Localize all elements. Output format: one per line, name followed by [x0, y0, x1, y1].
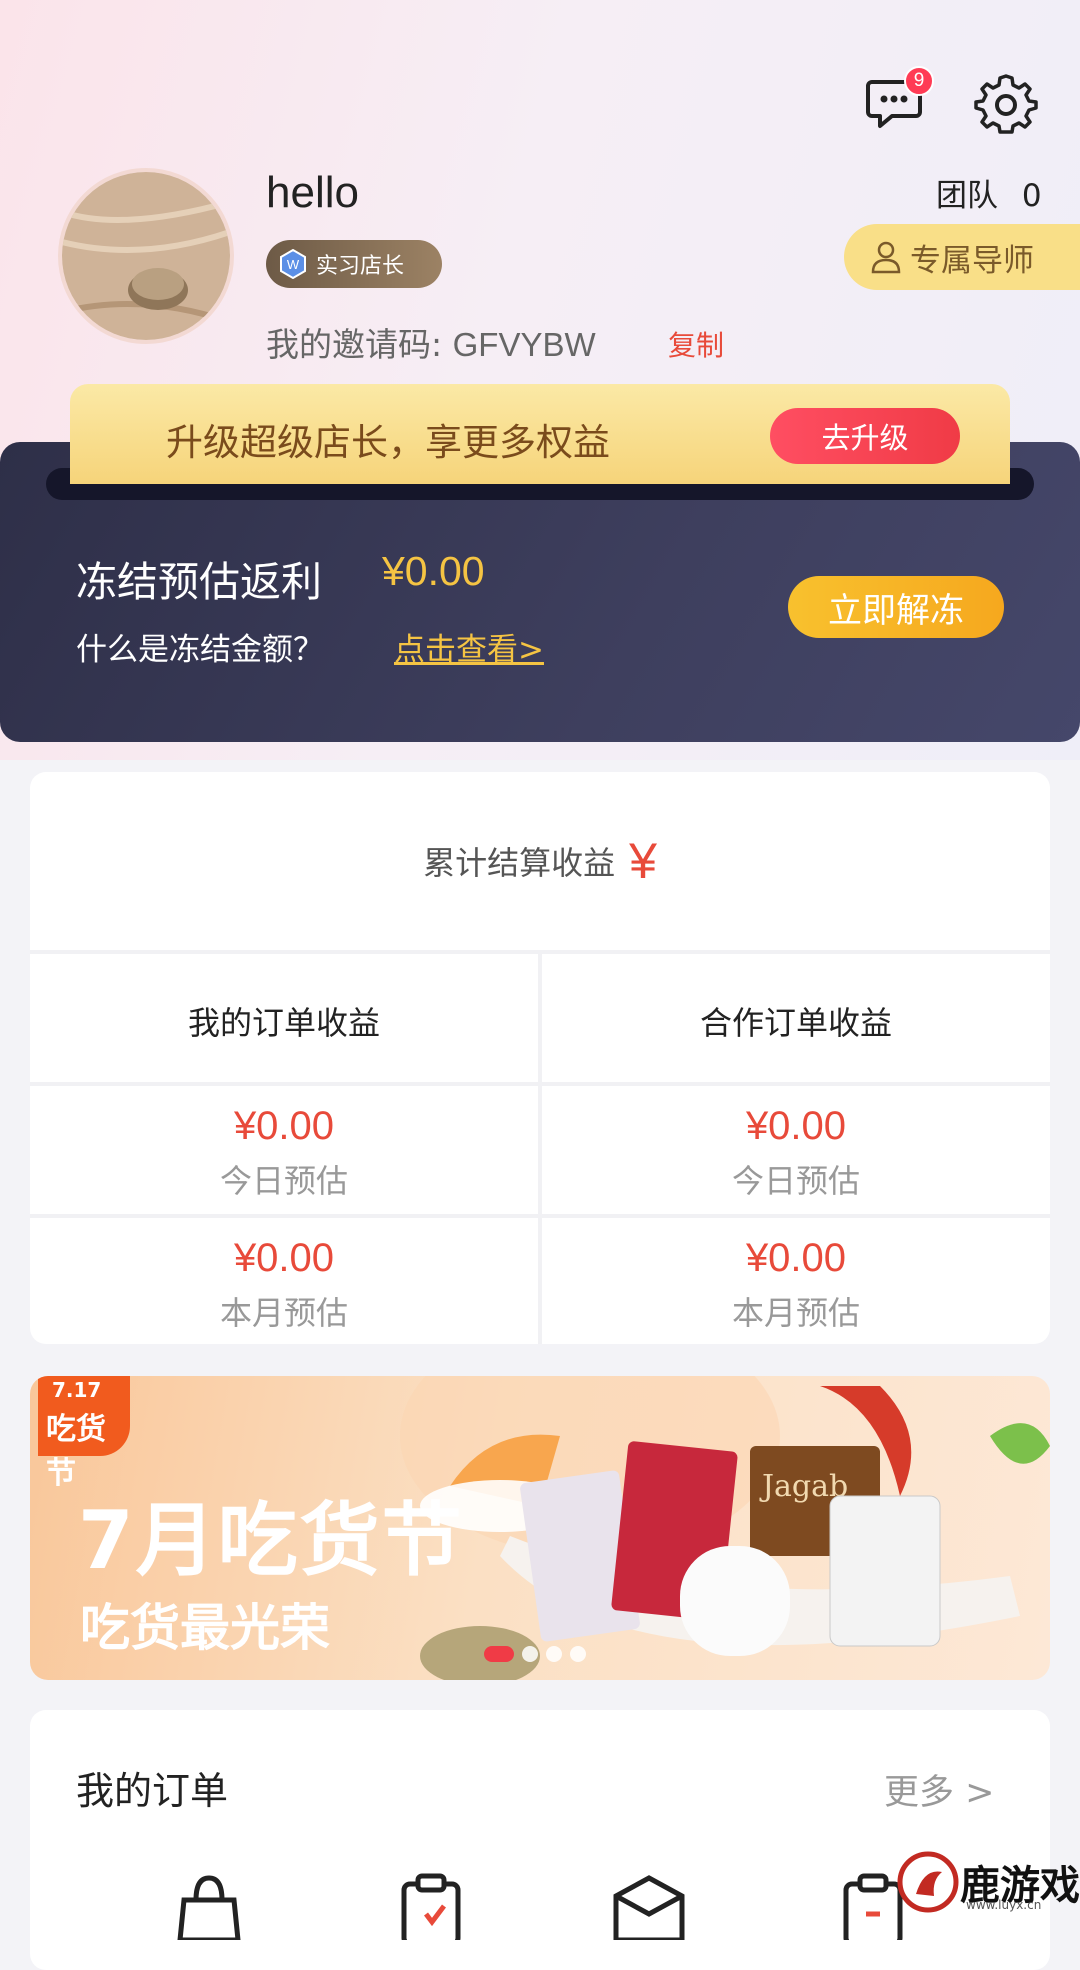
avatar-image	[62, 172, 230, 340]
orders-title: 我的订单	[76, 1769, 229, 1813]
my-today-label: 今日预估	[219, 1162, 348, 1200]
coop-month-amount: ¥0.00	[745, 1236, 847, 1280]
carousel-indicator[interactable]	[484, 1646, 586, 1662]
upgrade-button[interactable]: 去升级	[770, 408, 960, 464]
message-count-badge: 9	[904, 66, 934, 96]
mentor-button[interactable]: 专属导师	[844, 224, 1080, 290]
frozen-info-link[interactable]: 点击查看>	[394, 624, 544, 669]
coop-month-label: 本月预估	[731, 1294, 860, 1332]
upgrade-text: 升级超级店长，享更多权益	[166, 421, 610, 464]
team-label: 团队	[936, 178, 998, 214]
level-label: 实习店长	[316, 254, 405, 279]
mentor-label: 专属导师	[910, 242, 1034, 279]
my-month-amount: ¥0.00	[233, 1236, 335, 1280]
carousel-dot[interactable]	[484, 1646, 514, 1662]
shield-icon: W	[280, 249, 306, 279]
bag-icon[interactable]	[164, 1870, 254, 1940]
promo-subtitle: 吃货最光荣	[80, 1599, 330, 1657]
gear-icon	[974, 74, 1038, 134]
person-icon	[871, 241, 901, 274]
orders-more-link[interactable]: 更多 >	[884, 1764, 994, 1815]
clipboard-icon[interactable]	[386, 1870, 476, 1940]
deer-logo-icon	[897, 1851, 959, 1913]
my-order-earnings-title[interactable]: 我的订单收益	[30, 998, 538, 1044]
upgrade-banner[interactable]: 升级超级店长，享更多权益 去升级	[70, 384, 1010, 484]
unfreeze-button[interactable]: 立即解冻	[788, 576, 1004, 638]
coop-order-earnings-title[interactable]: 合作订单收益	[542, 998, 1050, 1044]
promo-banner[interactable]: Jagab 7.17 吃货节 7月吃货节 吃货最光荣	[30, 1376, 1050, 1680]
settings-button[interactable]	[974, 70, 1038, 134]
coop-today-label: 今日预估	[731, 1162, 860, 1200]
invite-code: 我的邀请码: GFVYBW	[266, 318, 596, 366]
package-icon[interactable]	[604, 1870, 694, 1940]
earnings-title: 累计结算收益	[423, 844, 616, 882]
festival-logo-date: 7.17	[52, 1378, 102, 1402]
my-month-label: 本月预估	[219, 1294, 348, 1332]
svg-text:W: W	[287, 257, 300, 272]
earnings-card: 累计结算收益 ¥ 我的订单收益 合作订单收益 ¥0.00 今日预估 ¥0.00 …	[30, 772, 1050, 1344]
festival-logo: 7.17 吃货节	[38, 1376, 130, 1491]
avatar[interactable]	[58, 168, 234, 344]
frozen-title: 冻结预估返利	[76, 558, 322, 606]
invite-code-value: GFVYBW	[452, 326, 596, 363]
level-badge: W 实习店长	[266, 240, 442, 288]
carousel-dot[interactable]	[570, 1646, 586, 1662]
my-today-amount: ¥0.00	[233, 1104, 335, 1148]
carousel-dot[interactable]	[546, 1646, 562, 1662]
carousel-dot[interactable]	[522, 1646, 538, 1662]
team-value: 0	[1021, 178, 1042, 214]
watermark-url: www.luyx.cn	[966, 1898, 1042, 1912]
promo-title: 7月吃货节	[78, 1494, 464, 1587]
yen-icon: ¥	[629, 833, 657, 889]
my-orders-card: 我的订单 更多 >	[30, 1710, 1050, 1970]
coop-today-amount: ¥0.00	[745, 1104, 847, 1148]
invite-label: 我的邀请码:	[266, 325, 443, 364]
team-count[interactable]: 团队 0	[936, 170, 1042, 215]
username: hello	[266, 168, 359, 217]
frozen-amount: ¥0.00	[382, 548, 485, 594]
frozen-question: 什么是冻结金额？	[76, 632, 324, 668]
copy-button[interactable]: 复制	[668, 324, 724, 364]
earnings-header[interactable]: 累计结算收益 ¥	[30, 772, 1050, 950]
watermark: 鹿游戏 www.luyx.cn	[896, 1850, 1080, 1914]
